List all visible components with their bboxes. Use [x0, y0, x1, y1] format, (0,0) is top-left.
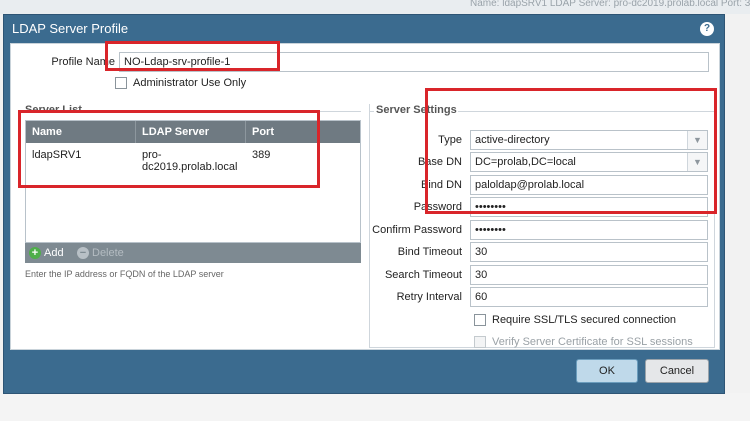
add-icon[interactable]: +: [29, 247, 41, 259]
column-header-ldap-server[interactable]: LDAP Server: [136, 121, 246, 143]
cell-ldap-server: pro- dc2019.prolab.local: [136, 149, 237, 173]
ldap-server-profile-dialog: LDAP Server Profile ? Profile Name NO-Ld…: [3, 14, 725, 394]
fieldset-divider: [370, 111, 374, 112]
retry-interval-label: Retry Interval: [396, 291, 462, 303]
cell-ldap-server-line1: pro-: [142, 149, 162, 161]
cell-name: ldapSRV1: [32, 149, 82, 161]
help-icon[interactable]: ?: [700, 22, 714, 36]
fieldset-divider: [91, 111, 361, 112]
bind-timeout-input[interactable]: 30: [470, 242, 708, 262]
table-row[interactable]: ldapSRV1 pro- dc2019.prolab.local 389: [26, 143, 360, 185]
search-timeout-label: Search Timeout: [384, 269, 462, 281]
table-toolbar: + Add − Delete: [25, 243, 361, 263]
search-timeout-input[interactable]: 30: [470, 265, 708, 285]
column-header-port[interactable]: Port: [246, 121, 362, 143]
fieldset-divider: [21, 111, 23, 112]
type-label: Type: [438, 134, 462, 146]
background-detail-text: Name: ldapSRV1 LDAP Server: pro-dc2019.p…: [0, 0, 750, 14]
server-list-legend: Server List: [25, 104, 82, 116]
server-list-section: Server List Name LDAP Server Port ldapSR…: [21, 104, 361, 352]
server-list-table: Name LDAP Server Port ldapSRV1 pro- dc20…: [25, 120, 361, 243]
verify-cert-checkbox: [474, 336, 486, 348]
server-list-hint: Enter the IP address or FQDN of the LDAP…: [25, 269, 224, 279]
ok-button[interactable]: OK: [576, 359, 638, 383]
type-select[interactable]: active-directory ▼: [470, 130, 708, 150]
cell-port: 389: [252, 149, 271, 161]
bind-dn-label: Bind DN: [421, 179, 462, 191]
base-dn-value: DC=prolab,DC=local: [475, 156, 576, 168]
add-button[interactable]: Add: [44, 246, 64, 260]
fieldset-divider: [458, 111, 716, 112]
base-dn-select[interactable]: DC=prolab,DC=local ▼: [470, 152, 708, 172]
require-ssl-label: Require SSL/TLS secured connection: [492, 314, 677, 326]
chevron-down-icon[interactable]: ▼: [687, 153, 707, 171]
dialog-body: Profile Name NO-Ldap-srv-profile-1 Admin…: [10, 43, 720, 350]
dialog-title: LDAP Server Profile: [12, 21, 129, 36]
server-settings-legend: Server Settings: [376, 104, 457, 116]
server-settings-section: Server Settings Type active-directory ▼ …: [369, 104, 716, 348]
confirm-password-input[interactable]: ••••••••: [470, 220, 708, 240]
admin-use-only-checkbox[interactable]: [115, 77, 127, 89]
profile-name-input[interactable]: NO-Ldap-srv-profile-1: [119, 52, 709, 72]
password-input[interactable]: ••••••••: [470, 197, 708, 217]
delete-icon: −: [77, 247, 89, 259]
verify-cert-label: Verify Server Certificate for SSL sessio…: [492, 336, 693, 348]
cancel-button[interactable]: Cancel: [645, 359, 709, 383]
cell-ldap-server-line2: dc2019.prolab.local: [142, 161, 238, 173]
table-header: Name LDAP Server Port: [26, 121, 360, 143]
bind-timeout-label: Bind Timeout: [397, 246, 462, 258]
confirm-password-label: Confirm Password: [372, 224, 462, 236]
type-value: active-directory: [475, 134, 550, 146]
base-dn-label: Base DN: [417, 156, 462, 168]
column-header-name[interactable]: Name: [26, 121, 136, 143]
chevron-down-icon[interactable]: ▼: [687, 131, 707, 149]
admin-use-only-label: Administrator Use Only: [133, 77, 247, 89]
background-page: [0, 393, 750, 421]
retry-interval-input[interactable]: 60: [470, 287, 708, 307]
delete-button: Delete: [92, 247, 124, 259]
profile-name-label: Profile Name: [51, 56, 115, 68]
bind-dn-input[interactable]: paloldap@prolab.local: [470, 175, 708, 195]
password-label: Password: [413, 201, 462, 213]
require-ssl-checkbox[interactable]: [474, 314, 486, 326]
